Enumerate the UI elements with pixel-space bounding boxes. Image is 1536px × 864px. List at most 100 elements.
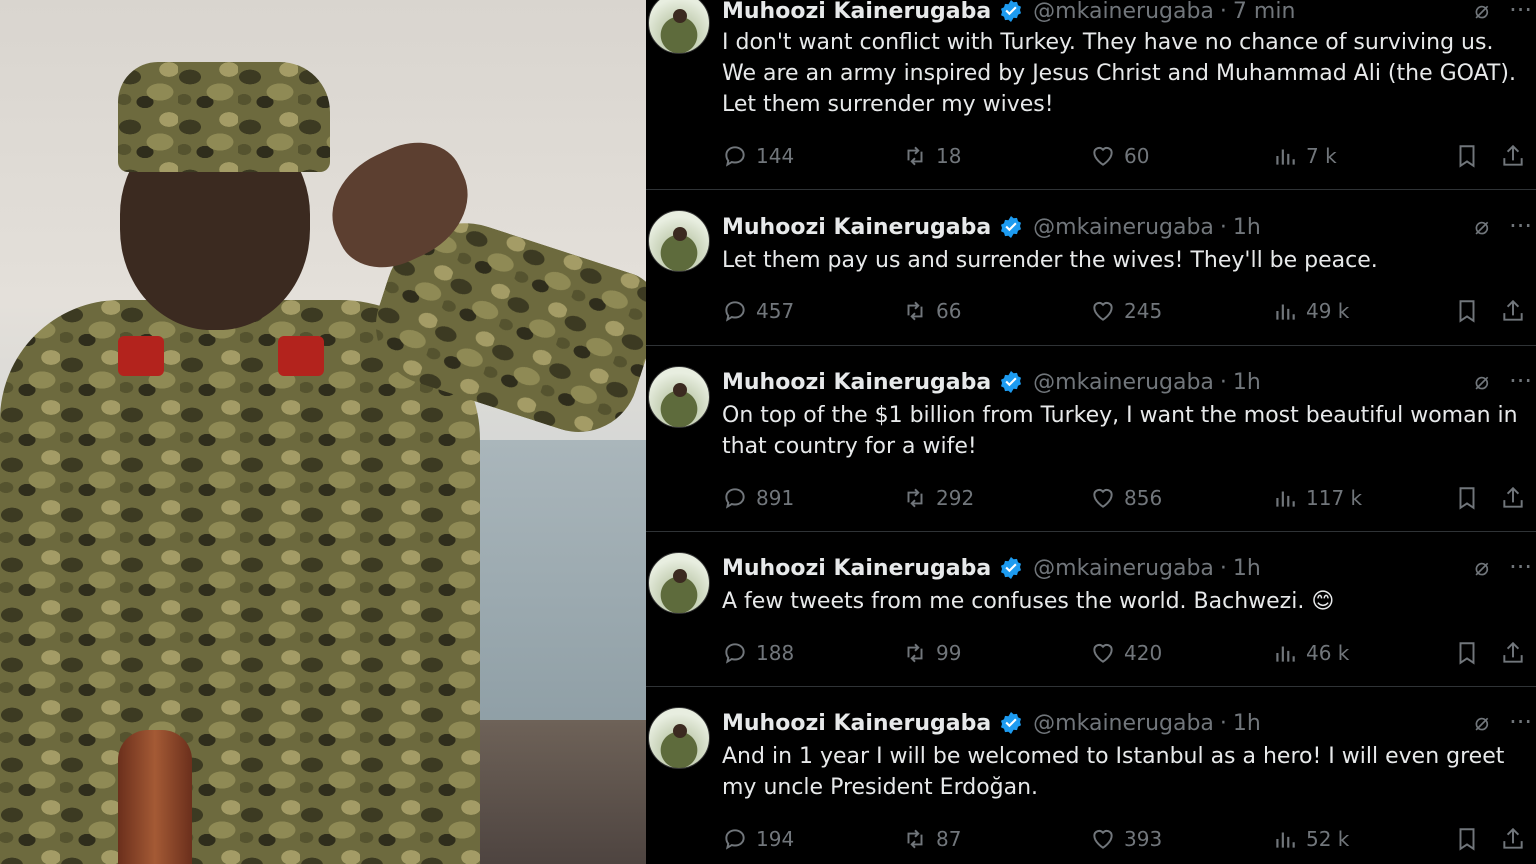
like-count: 60 [1124, 144, 1150, 168]
tweet-actions: 194 87 393 52 k [722, 824, 1532, 854]
like-button[interactable]: 420 [1090, 640, 1162, 666]
reply-button[interactable]: 144 [722, 143, 794, 169]
more-options-icon[interactable]: ··· [1509, 710, 1532, 734]
reply-button[interactable]: 194 [722, 826, 794, 852]
reply-icon [725, 146, 745, 167]
author-name[interactable]: Muhoozi Kainerugaba [722, 370, 991, 395]
share-icon [1503, 486, 1523, 508]
share-button[interactable] [1500, 826, 1526, 852]
retweet-icon [907, 146, 923, 166]
retweet-count: 99 [936, 641, 962, 665]
reply-button[interactable]: 188 [722, 640, 794, 666]
grok-icon[interactable]: ⌀ [1475, 0, 1489, 22]
bookmark-button[interactable] [1454, 485, 1480, 511]
heart-icon [1093, 488, 1113, 508]
bookmark-button[interactable] [1454, 640, 1480, 666]
avatar[interactable] [648, 210, 710, 272]
share-button[interactable] [1500, 640, 1526, 666]
like-button[interactable]: 245 [1090, 298, 1162, 324]
tweet-text: Let them pay us and surrender the wives!… [722, 248, 1378, 273]
retweet-button[interactable]: 66 [902, 298, 961, 324]
author-handle[interactable]: @mkainerugaba [1033, 556, 1214, 581]
tweet-time[interactable]: 7 min [1233, 0, 1295, 24]
bookmark-icon [1459, 145, 1475, 168]
tweet-header: Muhoozi Kainerugaba @mkainerugaba · 1h [722, 553, 1261, 583]
author-name[interactable]: Muhoozi Kainerugaba [722, 0, 991, 24]
reply-count: 144 [756, 144, 795, 168]
tweet[interactable]: Muhoozi Kainerugaba @mkainerugaba · 1h ⌀… [646, 346, 1536, 532]
retweet-count: 292 [936, 486, 975, 510]
avatar[interactable] [648, 552, 710, 614]
author-handle[interactable]: @mkainerugaba [1033, 0, 1214, 24]
like-button[interactable]: 60 [1090, 143, 1149, 169]
tweet-text: A few tweets from me confuses the world.… [722, 589, 1335, 614]
tweet[interactable]: Muhoozi Kainerugaba @mkainerugaba · 7 mi… [646, 0, 1536, 190]
more-options-icon[interactable]: ··· [1509, 555, 1532, 579]
tweet-time[interactable]: 1h [1233, 215, 1261, 240]
author-name[interactable]: Muhoozi Kainerugaba [722, 556, 991, 581]
tweet[interactable]: Muhoozi Kainerugaba @mkainerugaba · 1h ⌀… [646, 687, 1536, 864]
tweet-time[interactable]: 1h [1233, 370, 1261, 395]
tweet[interactable]: Muhoozi Kainerugaba @mkainerugaba · 1h ⌀… [646, 532, 1536, 687]
retweet-button[interactable]: 18 [902, 143, 961, 169]
like-button[interactable]: 393 [1090, 826, 1162, 852]
author-name[interactable]: Muhoozi Kainerugaba [722, 711, 991, 736]
retweet-icon [907, 301, 923, 321]
retweet-button[interactable]: 99 [902, 640, 961, 666]
retweet-icon [907, 643, 923, 663]
share-icon [1503, 827, 1523, 849]
view-count: 7 k [1306, 144, 1337, 168]
bookmark-button[interactable] [1454, 298, 1480, 324]
grok-icon[interactable]: ⌀ [1475, 369, 1489, 393]
author-handle[interactable]: @mkainerugaba [1033, 215, 1214, 240]
grok-icon[interactable]: ⌀ [1475, 555, 1489, 579]
reply-button[interactable]: 891 [722, 485, 794, 511]
reply-icon [725, 301, 745, 322]
views-button[interactable]: 49 k [1272, 298, 1349, 324]
share-button[interactable] [1500, 143, 1526, 169]
tweet-top-icons: ⌀ ··· [1475, 0, 1532, 22]
author-handle[interactable]: @mkainerugaba [1033, 370, 1214, 395]
views-button[interactable]: 46 k [1272, 640, 1349, 666]
tweet-header: Muhoozi Kainerugaba @mkainerugaba · 7 mi… [722, 0, 1295, 26]
retweet-button[interactable]: 87 [902, 826, 961, 852]
views-button[interactable]: 117 k [1272, 485, 1362, 511]
reply-count: 194 [756, 827, 795, 851]
tweet-text: And in 1 year I will be welcomed to Ista… [722, 744, 1505, 800]
avatar[interactable] [648, 707, 710, 769]
more-options-icon[interactable]: ··· [1509, 369, 1532, 393]
bookmark-icon [1459, 642, 1475, 665]
retweet-count: 18 [936, 144, 962, 168]
like-count: 245 [1124, 299, 1163, 323]
grok-icon[interactable]: ⌀ [1475, 710, 1489, 734]
tweet-time[interactable]: 1h [1233, 556, 1261, 581]
tweet-feed: Muhoozi Kainerugaba @mkainerugaba · 7 mi… [646, 0, 1536, 864]
photo-uniform-torso [0, 300, 480, 864]
bookmark-button[interactable] [1454, 143, 1480, 169]
views-button[interactable]: 52 k [1272, 826, 1349, 852]
bookmark-button[interactable] [1454, 826, 1480, 852]
retweet-count: 87 [936, 827, 962, 851]
heart-icon [1093, 643, 1113, 663]
verified-badge-icon [1001, 0, 1022, 22]
tweet-top-icons: ⌀ ··· [1475, 555, 1532, 579]
more-options-icon[interactable]: ··· [1509, 214, 1532, 238]
views-button[interactable]: 7 k [1272, 143, 1337, 169]
share-button[interactable] [1500, 298, 1526, 324]
separator-dot: · [1219, 710, 1227, 736]
retweet-icon [907, 488, 923, 508]
retweet-button[interactable]: 292 [902, 485, 974, 511]
author-name[interactable]: Muhoozi Kainerugaba [722, 215, 991, 240]
grok-icon[interactable]: ⌀ [1475, 214, 1489, 238]
tweet[interactable]: Muhoozi Kainerugaba @mkainerugaba · 1h ⌀… [646, 190, 1536, 346]
tweet-actions: 457 66 245 49 k [722, 296, 1532, 326]
tweet-time[interactable]: 1h [1233, 711, 1261, 736]
views-chart-icon [1276, 646, 1295, 662]
avatar[interactable] [648, 0, 710, 54]
author-handle[interactable]: @mkainerugaba [1033, 711, 1214, 736]
avatar[interactable] [648, 366, 710, 428]
like-button[interactable]: 856 [1090, 485, 1162, 511]
reply-button[interactable]: 457 [722, 298, 794, 324]
more-options-icon[interactable]: ··· [1509, 0, 1532, 22]
share-button[interactable] [1500, 485, 1526, 511]
